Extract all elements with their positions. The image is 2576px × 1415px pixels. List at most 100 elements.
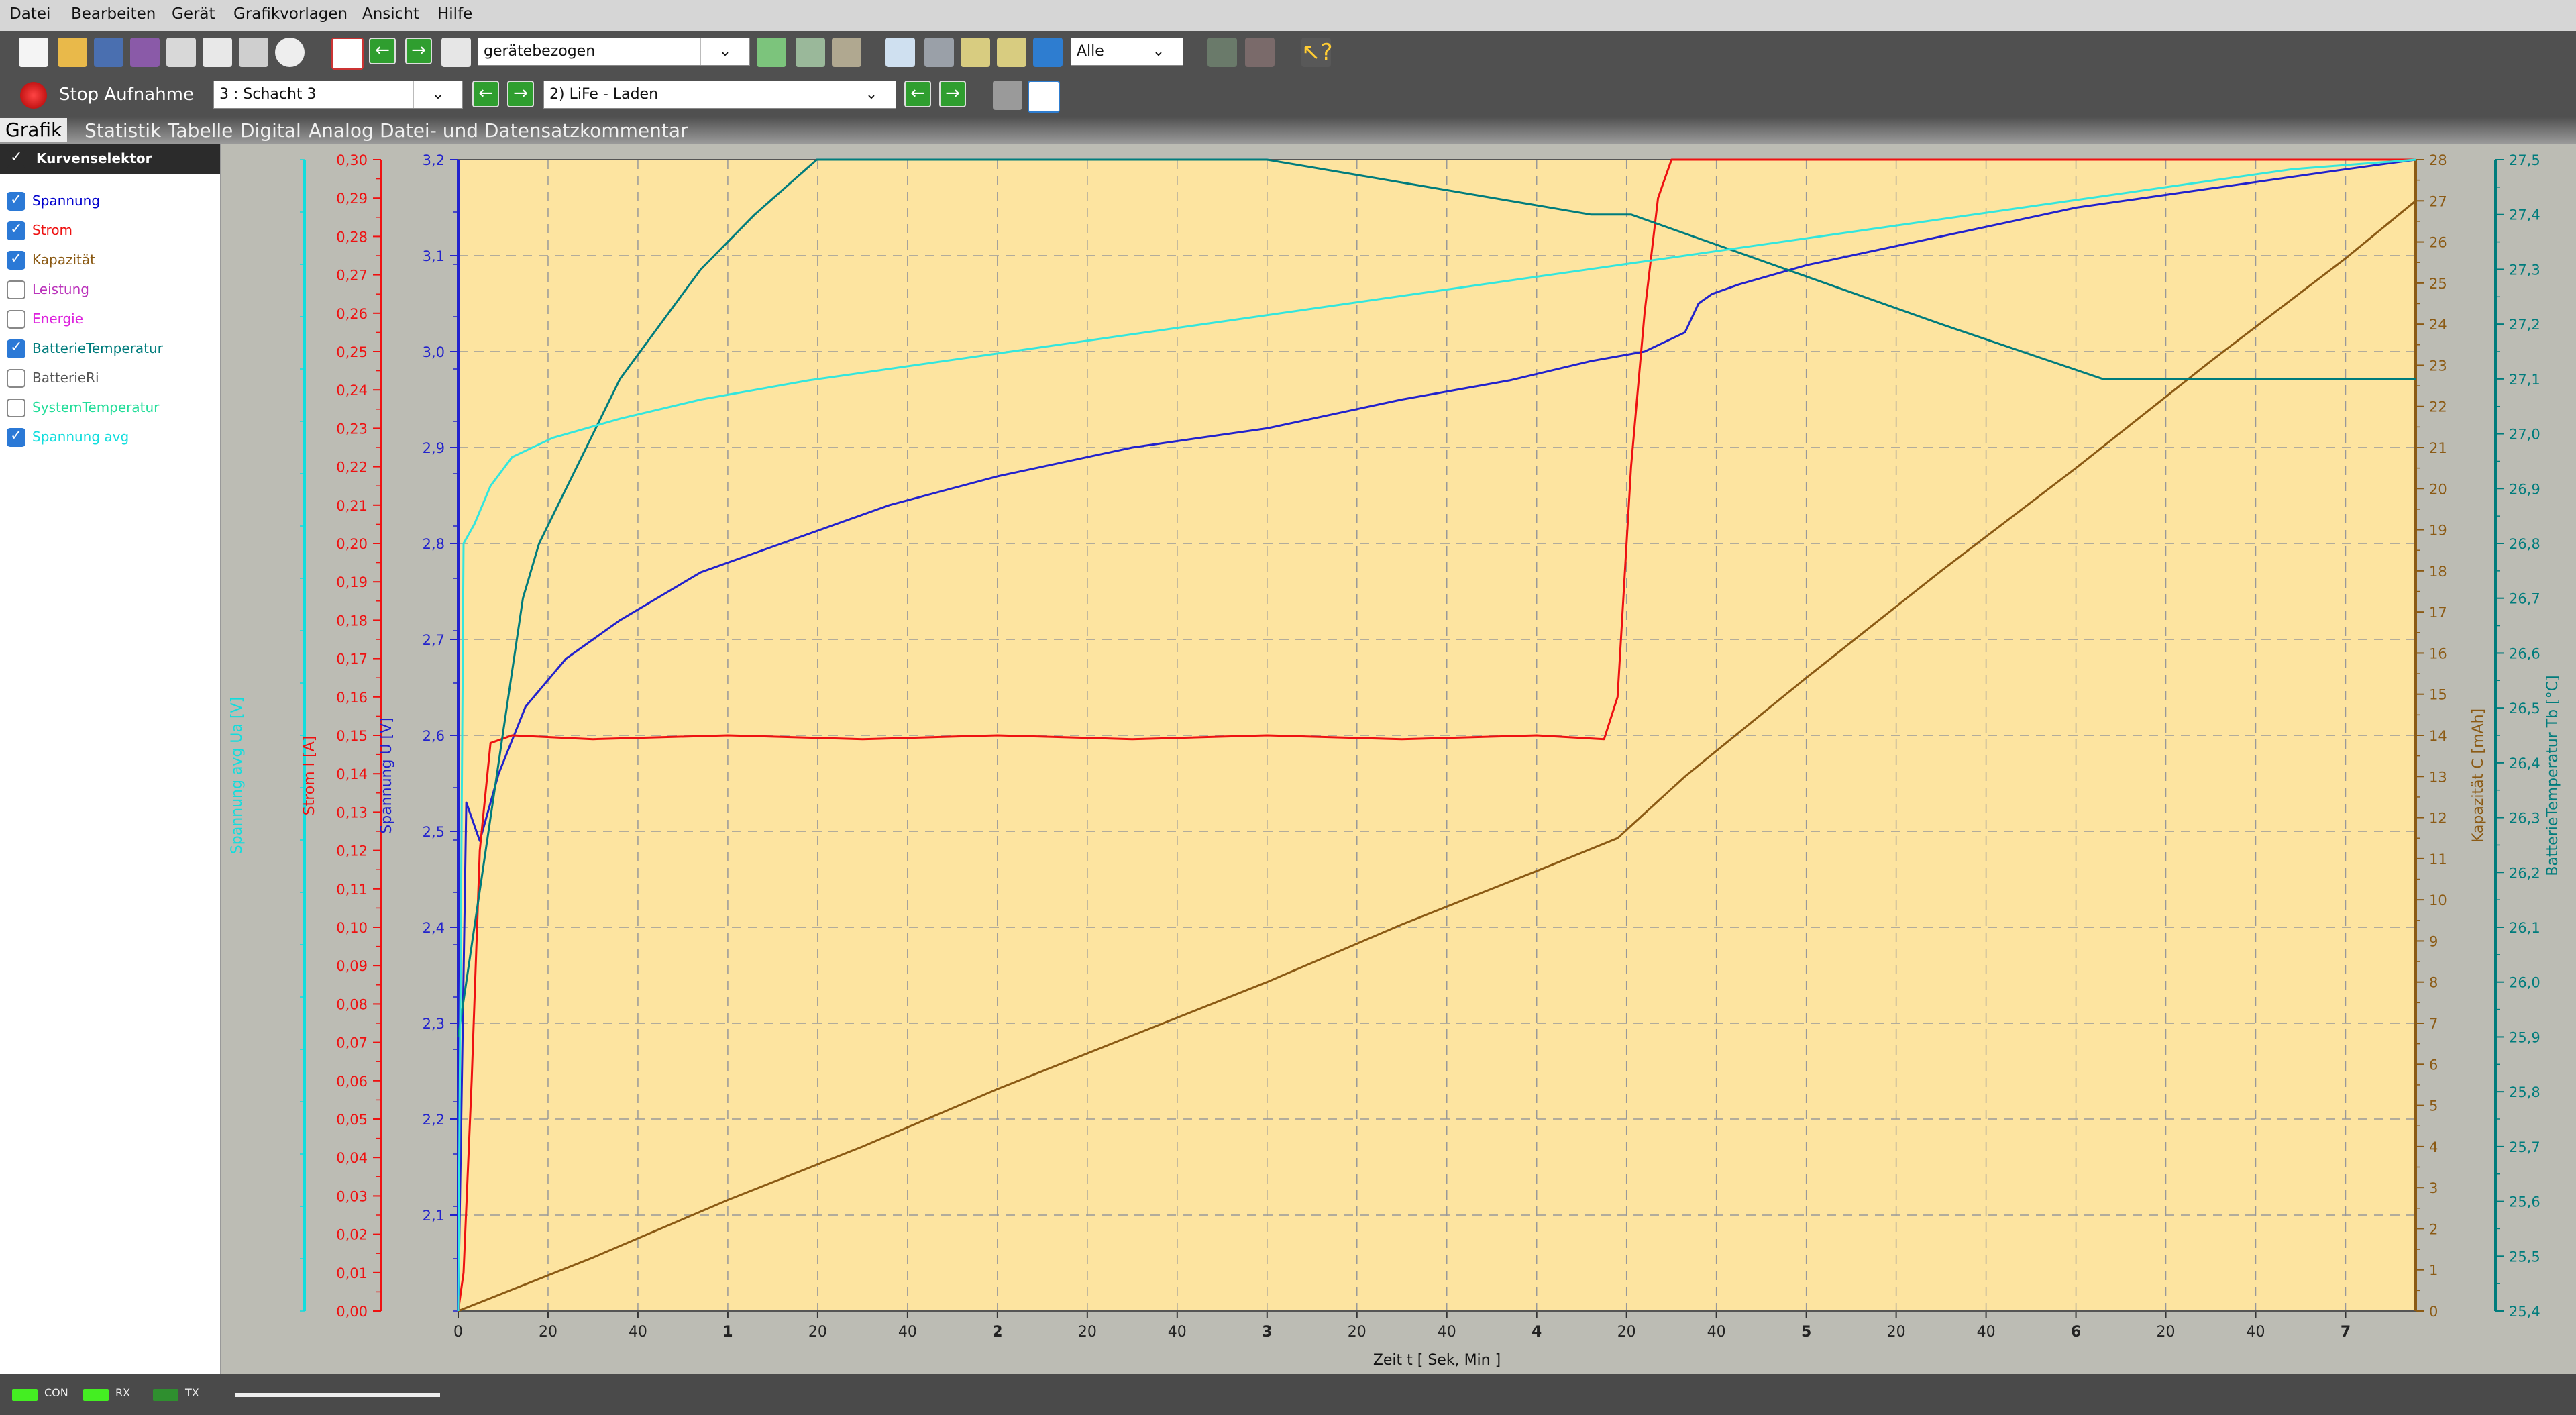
delta-measure-icon[interactable] xyxy=(997,38,1026,67)
device-disconnected-icon[interactable] xyxy=(1208,38,1237,67)
pan-icon[interactable] xyxy=(924,38,954,67)
next-record-set-icon[interactable]: → xyxy=(939,81,966,107)
y-tick-label: 0 xyxy=(2429,1304,2438,1320)
chevron-down-icon: ⌄ xyxy=(847,81,896,108)
y-tick-label: 0,24 xyxy=(336,382,368,399)
record-set-combo[interactable]: 2) LiFe - Laden ⌄ xyxy=(543,81,896,109)
settings-icon[interactable] xyxy=(166,38,196,67)
new-file-icon[interactable] xyxy=(19,38,48,67)
open-folder-icon[interactable] xyxy=(58,38,87,67)
x-tick-label: 20 xyxy=(1078,1324,1097,1341)
curve-label[interactable]: Strom xyxy=(32,222,72,238)
template-combo-value: gerätebezogen xyxy=(484,43,596,60)
curve-label[interactable]: Energie xyxy=(32,311,83,327)
con-label: CON xyxy=(44,1386,68,1399)
filter-combo[interactable]: Alle ⌄ xyxy=(1071,38,1183,66)
curve-label[interactable]: Spannung avg xyxy=(32,429,129,445)
curve-selector: Kurvenselektor Spannung Strom Kapazität Lei… xyxy=(0,144,221,1374)
edit-template-icon[interactable] xyxy=(832,38,861,67)
y-tick-label: 26,6 xyxy=(2509,645,2540,662)
template-list-icon[interactable] xyxy=(441,38,471,67)
y-tick-label: 26,7 xyxy=(2509,591,2540,607)
curve-checkbox[interactable] xyxy=(7,399,25,417)
menu-geraet[interactable]: Gerät xyxy=(172,5,215,23)
clock-icon[interactable] xyxy=(275,38,305,67)
curve-checkbox[interactable] xyxy=(7,310,25,329)
y-tick-label: 16 xyxy=(2429,645,2447,662)
chart[interactable]: 0 20 40 1 20 40 2 20 40 3 20 40 4 20 40 5 20 40 6 20 40 7Span… xyxy=(221,144,2576,1374)
y-tick-label: 0,13 xyxy=(336,804,368,821)
menu-grafikvorlagen[interactable]: Grafikvorlagen xyxy=(233,5,347,23)
record-stop-icon[interactable] xyxy=(20,82,47,109)
curve-label[interactable]: Kapazität xyxy=(32,252,95,268)
tab-grafik[interactable]: Grafik xyxy=(0,118,68,142)
print-icon[interactable] xyxy=(239,38,268,67)
next-template-icon[interactable]: → xyxy=(405,38,432,64)
axis-title: Spannung U [V] xyxy=(378,717,395,833)
x-tick-label: 40 xyxy=(1977,1324,1996,1341)
y-tick-label: 27,1 xyxy=(2509,372,2540,388)
y-tick-label: 2,2 xyxy=(423,1112,445,1128)
y-tick-label: 0,16 xyxy=(336,690,368,706)
zoom-icon[interactable] xyxy=(885,38,915,67)
curve-checkbox[interactable] xyxy=(7,369,25,388)
y-tick-label: 26,5 xyxy=(2509,700,2540,717)
main-toolbar: ← → gerätebezogen ⌄ Alle ⌄ ↖? xyxy=(0,31,2576,74)
context-help-icon[interactable]: ↖? xyxy=(1301,38,1333,67)
previous-channel-icon[interactable]: ← xyxy=(472,81,499,107)
copy-icon[interactable] xyxy=(203,38,232,67)
y-tick-label: 25,4 xyxy=(2509,1304,2540,1320)
curve-label[interactable]: BatterieTemperatur xyxy=(32,340,163,356)
tab-kommentar[interactable]: Datei- und Datensatzkommentar xyxy=(380,119,688,142)
y-tick-label: 0,26 xyxy=(336,306,368,322)
y-tick-label: 22 xyxy=(2429,399,2447,415)
tab-tabelle[interactable]: Tabelle xyxy=(168,119,233,142)
select-all-checkbox[interactable] xyxy=(7,149,25,168)
y-tick-label: 4 xyxy=(2429,1139,2438,1155)
curve-label[interactable]: SystemTemperatur xyxy=(32,399,159,415)
curve-label[interactable]: Leistung xyxy=(32,281,89,297)
add-template-icon[interactable] xyxy=(757,38,786,67)
fit-view-icon[interactable] xyxy=(1033,38,1063,67)
y-tick-label: 6 xyxy=(2429,1057,2438,1073)
curve-checkbox[interactable] xyxy=(7,250,25,270)
delete-icon[interactable] xyxy=(993,81,1022,110)
port-disconnected-icon[interactable] xyxy=(1245,38,1275,67)
menu-bar: Datei Bearbeiten Gerät Grafikvorlagen An… xyxy=(0,0,2576,32)
menu-ansicht[interactable]: Ansicht xyxy=(362,5,419,23)
curve-checkbox[interactable] xyxy=(7,221,25,240)
channel-combo[interactable]: 3 : Schacht 3 ⌄ xyxy=(213,81,463,109)
template-combo[interactable]: gerätebezogen ⌄ xyxy=(478,38,750,66)
curve-label[interactable]: Spannung xyxy=(32,193,100,209)
y-tick-label: 14 xyxy=(2429,728,2447,744)
menu-bearbeiten[interactable]: Bearbeiten xyxy=(71,5,156,23)
curve-checkbox[interactable] xyxy=(7,191,25,211)
previous-template-icon[interactable]: ← xyxy=(369,38,396,64)
menu-datei[interactable]: Datei xyxy=(9,5,50,23)
curve-checkbox[interactable] xyxy=(7,280,25,299)
measure-icon[interactable] xyxy=(961,38,990,67)
tab-statistik[interactable]: Statistik xyxy=(85,119,161,142)
save-icon[interactable] xyxy=(94,38,123,67)
tab-bar: Grafik Statistik Tabelle Digital Analog … xyxy=(0,117,2576,144)
save-as-icon[interactable] xyxy=(130,38,160,67)
menu-hilfe[interactable]: Hilfe xyxy=(437,5,472,23)
save-template-icon[interactable] xyxy=(796,38,825,67)
y-tick-label: 8 xyxy=(2429,975,2438,991)
x-tick-label: 6 xyxy=(2071,1324,2081,1341)
tab-analog[interactable]: Analog xyxy=(309,119,374,142)
y-tick-label: 26,9 xyxy=(2509,481,2540,497)
stop-record-button[interactable]: Stop Aufnahme xyxy=(59,85,194,105)
next-channel-icon[interactable]: → xyxy=(507,81,534,107)
y-tick-label: 2,5 xyxy=(423,824,445,840)
y-tick-label: 3,1 xyxy=(423,248,445,264)
curve-checkbox[interactable] xyxy=(7,339,25,358)
previous-record-set-icon[interactable]: ← xyxy=(904,81,931,107)
edit-comment-icon[interactable] xyxy=(1028,81,1060,113)
curve-label[interactable]: BatterieRi xyxy=(32,370,99,386)
tab-digital[interactable]: Digital xyxy=(240,119,301,142)
curve-checkbox[interactable] xyxy=(7,427,25,447)
chart-settings-icon[interactable] xyxy=(331,38,364,70)
y-tick-label: 20 xyxy=(2429,481,2447,497)
y-tick-label: 0,30 xyxy=(336,152,368,168)
